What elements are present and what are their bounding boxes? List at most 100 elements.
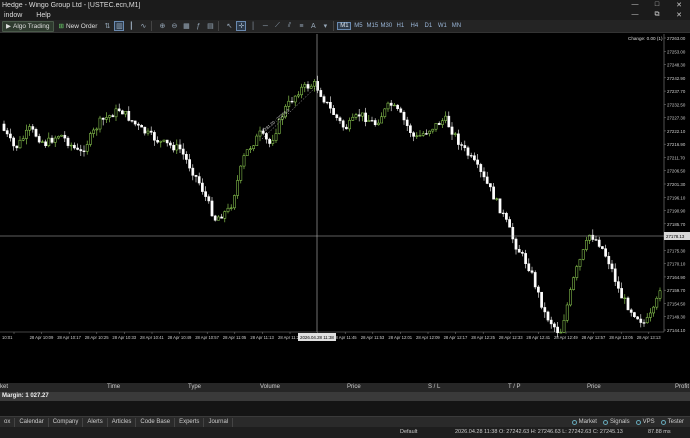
candle-body bbox=[495, 198, 499, 200]
maximize-button[interactable]: □ bbox=[646, 1, 668, 9]
candle-body bbox=[642, 322, 646, 324]
candle-body bbox=[111, 115, 115, 118]
candle-body bbox=[53, 137, 57, 143]
tab-code-base[interactable]: Code Base bbox=[136, 417, 176, 427]
candle-body bbox=[415, 135, 419, 137]
child-close-button[interactable]: ✕ bbox=[668, 11, 690, 19]
candle-body bbox=[556, 326, 559, 334]
chart-trade-icon[interactable]: ⇅ bbox=[102, 21, 112, 31]
candle-body bbox=[303, 84, 307, 88]
channel-icon[interactable]: ⫽ bbox=[284, 21, 294, 31]
candle-body bbox=[85, 144, 89, 152]
price-chart[interactable]: 27263.00 27253.00 27248.30 27242.90 27237.70… bbox=[0, 34, 690, 360]
tab-journal[interactable]: Journal bbox=[204, 417, 234, 427]
new-order-button[interactable]: ⊞ New Order bbox=[56, 21, 101, 32]
signals-button[interactable]: Signals bbox=[602, 419, 630, 425]
tab-calendar[interactable]: Calendar bbox=[15, 417, 49, 427]
candle-body bbox=[463, 145, 467, 149]
price-tick-label: 27175.30 bbox=[667, 248, 686, 253]
bar-chart-icon[interactable]: ▥ bbox=[114, 21, 125, 31]
timeframe-m30[interactable]: M30 bbox=[379, 23, 393, 29]
indicators-icon[interactable]: ƒ bbox=[193, 21, 203, 31]
candle-body bbox=[76, 147, 79, 150]
candle-body bbox=[28, 126, 31, 131]
grid-icon[interactable]: ▦ bbox=[181, 21, 191, 31]
candlestick-chart[interactable]: 27263.00 27253.00 27248.30 27242.90 27237.70… bbox=[0, 34, 690, 360]
candle-body bbox=[137, 123, 140, 126]
text-icon[interactable]: A bbox=[308, 21, 318, 31]
candle-body bbox=[466, 147, 470, 156]
menu-help[interactable]: Help bbox=[36, 12, 50, 19]
algo-trading-button[interactable]: ▶ Algo Trading bbox=[2, 20, 54, 32]
candle-body bbox=[367, 120, 371, 122]
candle-body bbox=[553, 323, 556, 328]
play-icon: ▶ bbox=[6, 23, 11, 30]
tester-button[interactable]: Tester bbox=[660, 419, 684, 425]
templates-icon[interactable]: ▤ bbox=[205, 21, 215, 31]
time-tick-label: 28 Apr 12:33 bbox=[499, 335, 523, 340]
child-minimize-button[interactable]: — bbox=[624, 11, 646, 19]
candle-body bbox=[255, 135, 259, 146]
col-sl[interactable]: S / L bbox=[428, 384, 440, 390]
status-bar: Default 2026.04.28 11:38 O: 27242.63 H: … bbox=[0, 427, 690, 438]
menu-window[interactable]: indow bbox=[4, 12, 22, 19]
minimize-button[interactable]: — bbox=[624, 1, 646, 9]
candle-body bbox=[213, 215, 217, 221]
tab-experts[interactable]: Experts bbox=[175, 417, 205, 427]
timeframe-m1[interactable]: M1 bbox=[337, 22, 352, 30]
candle-chart-icon[interactable]: ┃ bbox=[126, 21, 136, 31]
candle-body bbox=[620, 288, 623, 299]
candle-body bbox=[274, 133, 278, 141]
zoom-in-icon[interactable]: ⊕ bbox=[157, 21, 167, 31]
candle-body bbox=[217, 216, 220, 221]
candle-body bbox=[297, 94, 300, 97]
col-type[interactable]: Type bbox=[188, 384, 201, 390]
candle-body bbox=[421, 133, 425, 136]
child-restore-button[interactable]: ⧉ bbox=[646, 11, 668, 19]
zoom-out-icon[interactable]: ⊖ bbox=[169, 21, 179, 31]
trendline-icon[interactable]: ⟋ bbox=[272, 21, 282, 31]
line-chart-icon[interactable]: ∿ bbox=[138, 21, 148, 31]
candle-body bbox=[175, 144, 179, 151]
timeframe-m15[interactable]: M15 bbox=[365, 23, 379, 29]
candle-body bbox=[559, 332, 563, 334]
timeframe-m5[interactable]: M5 bbox=[351, 23, 365, 29]
col-time[interactable]: Time bbox=[107, 384, 120, 390]
crosshair-icon[interactable]: ✛ bbox=[236, 21, 247, 31]
fibonacci-icon[interactable]: ≡ bbox=[296, 21, 306, 31]
col-tp[interactable]: T / P bbox=[508, 384, 521, 390]
tab-company[interactable]: Company bbox=[49, 417, 84, 427]
timeframe-mn[interactable]: MN bbox=[449, 23, 463, 29]
col-ticket[interactable]: ket bbox=[0, 384, 8, 390]
timeframe-h4[interactable]: H4 bbox=[407, 23, 421, 29]
col-volume[interactable]: Volume bbox=[260, 384, 280, 390]
tab-articles[interactable]: Articles bbox=[108, 417, 137, 427]
candle-body bbox=[105, 117, 108, 120]
timeframe-h1[interactable]: H1 bbox=[393, 23, 407, 29]
horizontal-line-icon[interactable]: ─ bbox=[260, 21, 270, 31]
col-profit[interactable]: Profit bbox=[675, 384, 689, 390]
timeframe-d1[interactable]: D1 bbox=[421, 23, 435, 29]
timeframe-w1[interactable]: W1 bbox=[435, 23, 449, 29]
status-ohlc: 2026.04.28 11:38 O: 27242.63 H: 27246.63… bbox=[455, 429, 623, 435]
candle-body bbox=[2, 123, 6, 131]
candle-body bbox=[149, 130, 153, 133]
tab-toolbox[interactable]: ox bbox=[0, 417, 16, 427]
tab-alerts[interactable]: Alerts bbox=[83, 417, 108, 427]
close-button[interactable]: ✕ bbox=[668, 1, 690, 9]
candle-body bbox=[418, 135, 422, 137]
shapes-icon[interactable]: ▾ bbox=[320, 21, 330, 31]
col-current-price[interactable]: Price bbox=[587, 384, 601, 390]
market-button[interactable]: Market bbox=[571, 419, 597, 425]
candle-body bbox=[204, 191, 207, 197]
vertical-line-icon[interactable]: │ bbox=[248, 21, 258, 31]
vps-button[interactable]: VPS bbox=[635, 419, 655, 425]
candle-body bbox=[581, 249, 585, 260]
time-tick-label: 28 Apr 10:33 bbox=[112, 335, 136, 340]
candle-body bbox=[44, 141, 47, 147]
col-price[interactable]: Price bbox=[347, 384, 361, 390]
candle-body bbox=[245, 149, 249, 156]
candle-body bbox=[121, 110, 124, 115]
cursor-icon[interactable]: ↖ bbox=[224, 21, 234, 31]
candle-body bbox=[60, 134, 63, 137]
